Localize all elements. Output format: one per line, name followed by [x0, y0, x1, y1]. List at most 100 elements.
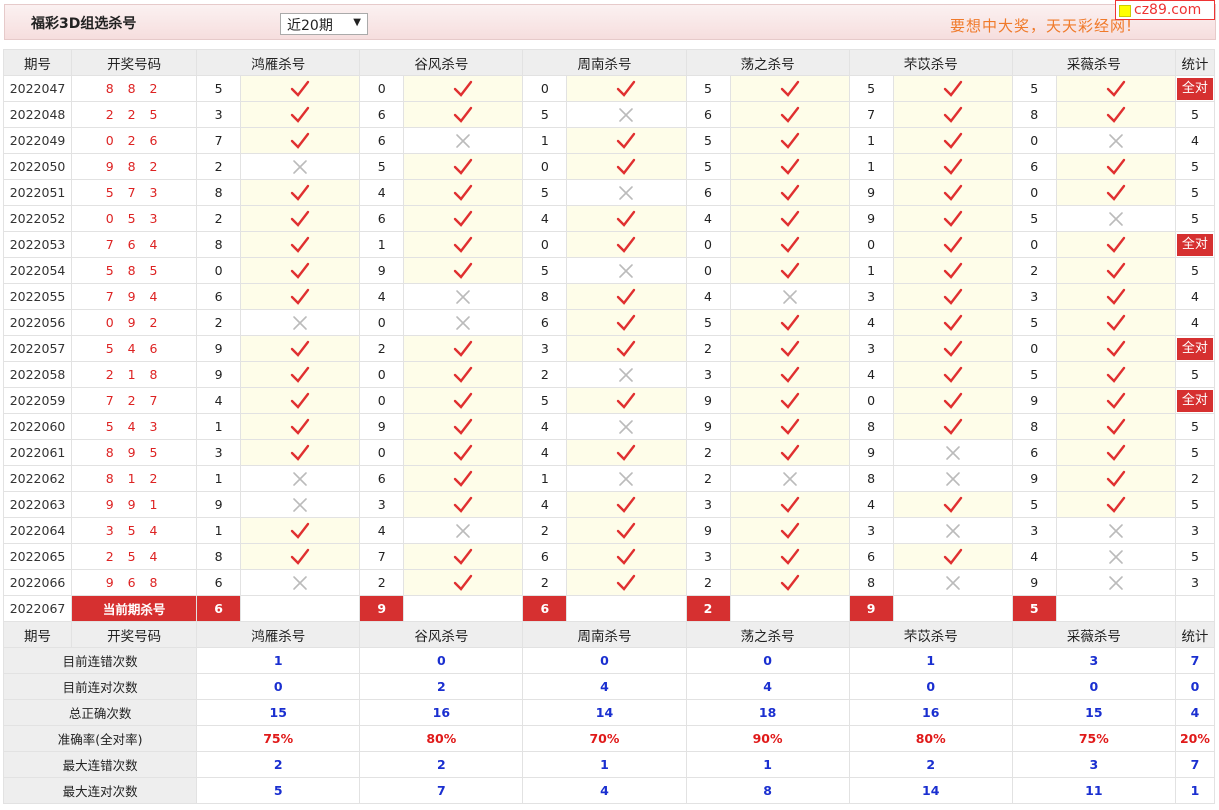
result-mark-cell: [566, 153, 687, 180]
check-icon: [454, 470, 473, 487]
check-icon: [454, 340, 473, 357]
stats-value: 70%: [522, 725, 687, 752]
kill-number-cell: 2: [522, 569, 568, 596]
check-icon: [943, 340, 962, 357]
check-icon: [943, 548, 962, 565]
top-bar: 福彩3D组选杀号 近20期 ▼ 要想中大奖，天天彩经网!: [4, 4, 1216, 40]
period-cell: 2022048: [2, 101, 73, 128]
kill-number-cell: 6: [359, 127, 405, 154]
check-icon: [1106, 314, 1126, 331]
period-cell: 2022063: [2, 491, 73, 518]
table-row: 2022063 9 9 19 3 4 3 4 5 5: [2, 491, 1216, 518]
result-mark-cell: [240, 361, 361, 388]
table-row: 2022056 0 9 22 0 6 5 4 5 4: [2, 309, 1216, 336]
kill-number-cell: 3: [1011, 517, 1057, 544]
kill-number-cell: 7: [848, 101, 894, 128]
check-icon: [291, 418, 310, 435]
table-row: 2022060 5 4 31 9 4 9 8 8 5: [2, 413, 1216, 440]
kill-number-cell: 6: [522, 309, 568, 336]
result-mark-cell: [892, 543, 1013, 570]
period-range-value: 近20期: [287, 18, 333, 34]
check-icon: [291, 366, 310, 383]
result-mark-cell: [892, 439, 1013, 466]
site-logo[interactable]: cz89.com: [1115, 0, 1215, 20]
result-mark-cell: [403, 543, 524, 570]
stats-value: 80%: [848, 725, 1013, 752]
check-icon: [1106, 496, 1126, 513]
kill-number-cell: 6: [685, 179, 731, 206]
header-period: 期号: [2, 621, 73, 648]
result-mark-cell: [892, 387, 1013, 414]
cross-icon: [782, 289, 797, 304]
period-range-select[interactable]: 近20期 ▼: [280, 13, 368, 35]
result-mark-cell: [729, 101, 850, 128]
hit-count-cell: 5: [1174, 439, 1216, 466]
check-icon: [291, 80, 310, 97]
table-row: 2022061 8 9 53 0 4 2 9 6 5: [2, 439, 1216, 466]
check-icon: [617, 158, 636, 175]
result-mark-cell: [1055, 153, 1176, 180]
table-row: 2022054 5 8 50950125: [2, 257, 1216, 284]
stats-label: 准确率(全对率): [2, 725, 198, 752]
period-cell: 2022049: [2, 127, 73, 154]
result-mark-cell: [1055, 387, 1176, 414]
period-cell: 2022047: [2, 75, 73, 102]
result-mark-cell: [240, 335, 361, 362]
kill-number-cell: 6: [359, 465, 405, 492]
result-mark-cell: [403, 413, 524, 440]
result-mark-cell: [403, 257, 524, 284]
kill-number-cell: 0: [848, 387, 894, 414]
stats-value: 8: [685, 777, 850, 804]
result-mark-cell: [729, 335, 850, 362]
stats-value: 90%: [685, 725, 850, 752]
check-icon: [617, 548, 636, 565]
current-empty-cell: [1055, 595, 1176, 622]
stats-total: 0: [1174, 673, 1216, 700]
stats-total: 7: [1174, 751, 1216, 778]
check-icon: [1106, 418, 1126, 435]
kill-number-cell: 5: [522, 387, 568, 414]
check-icon: [780, 392, 799, 409]
result-mark-cell: [892, 491, 1013, 518]
check-icon: [780, 236, 799, 253]
check-icon: [1106, 288, 1126, 305]
result-mark-cell: [566, 179, 687, 206]
result-mark-cell: [240, 257, 361, 284]
stats-row: 目前连错次数 1 0 0 0 1 3 7: [2, 647, 1216, 674]
current-empty-cell: [403, 595, 524, 622]
result-mark-cell: [892, 283, 1013, 310]
kill-number-cell: 1: [848, 257, 894, 284]
kill-number-cell: 8: [848, 569, 894, 596]
result-mark-cell: [566, 517, 687, 544]
stats-total: 4: [1174, 699, 1216, 726]
logo-square-icon: [1119, 5, 1131, 17]
kill-number-cell: 9: [685, 413, 731, 440]
hit-count-cell: 3: [1174, 517, 1216, 544]
kill-number-cell: 1: [359, 231, 405, 258]
kill-number-cell: 3: [1011, 283, 1057, 310]
cross-icon: [293, 497, 308, 512]
check-icon: [780, 340, 799, 357]
result-mark-cell: [240, 127, 361, 154]
cross-icon: [456, 315, 471, 330]
check-icon: [943, 132, 962, 149]
check-icon: [617, 314, 636, 331]
result-mark-cell: [566, 543, 687, 570]
result-mark-cell: [403, 205, 524, 232]
header-period: 期号: [2, 49, 73, 76]
table-row: 2022062 8 1 21612892: [2, 465, 1216, 492]
result-mark-cell: [892, 517, 1013, 544]
check-icon: [454, 496, 473, 513]
check-icon: [1106, 184, 1126, 201]
hit-count-cell: 5: [1174, 205, 1216, 232]
current-period-cell: 2022067: [2, 595, 73, 622]
all-correct-badge: 全对: [1176, 77, 1213, 100]
stats-row: 最大连错次数 2 2 1 1 2 3 7: [2, 751, 1216, 778]
kill-number-cell: 0: [1011, 231, 1057, 258]
kill-number-cell: 6: [685, 101, 731, 128]
kill-number-cell: 9: [196, 361, 242, 388]
hit-count-cell: 4: [1174, 283, 1216, 310]
table-row: 2022051 5 7 38 4 5 6 9 0 5: [2, 179, 1216, 206]
current-empty-cell: [729, 595, 850, 622]
stats-value: 11: [1011, 777, 1176, 804]
